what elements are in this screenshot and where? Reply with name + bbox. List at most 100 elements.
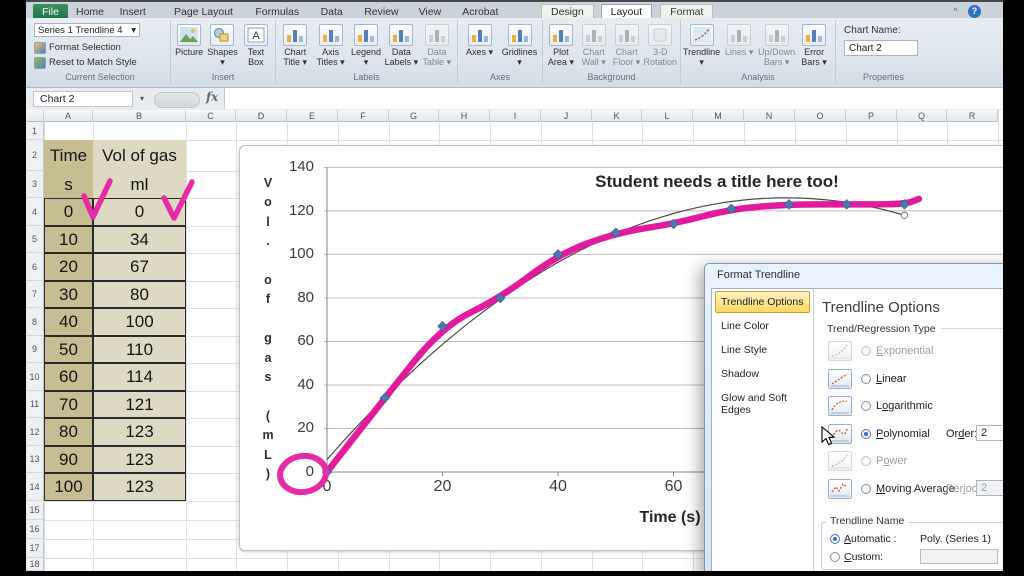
column-header-O[interactable]: O <box>795 110 846 122</box>
cell-B13[interactable]: 123 <box>93 446 186 473</box>
cell-B10[interactable]: 114 <box>93 363 186 391</box>
formula-input[interactable] <box>224 88 1003 109</box>
row-header-2[interactable]: 2 <box>26 140 44 171</box>
dialog-nav-glow-and-soft-edges[interactable]: Glow and Soft Edges <box>715 387 810 421</box>
linear-radio[interactable] <box>861 374 871 384</box>
column-header-H[interactable]: H <box>439 110 490 122</box>
cell-A6[interactable]: 20 <box>44 253 93 281</box>
chart-element-dropdown[interactable]: Series 1 Trendline 4 ▾ <box>34 23 140 37</box>
x-axis-title[interactable]: Time (s) <box>630 509 710 527</box>
cell-B12[interactable]: 123 <box>93 418 186 446</box>
ribbon-button-trendline[interactable]: Trendline ▾ <box>683 22 720 71</box>
row-header-7[interactable]: 7 <box>26 281 44 308</box>
cell-A10[interactable]: 60 <box>44 363 93 391</box>
reset-to-match-style-button[interactable]: Reset to Match Style <box>34 56 137 69</box>
row-header-12[interactable]: 12 <box>26 418 44 446</box>
custom-name-radio[interactable] <box>830 552 840 562</box>
logarithmic-radio[interactable] <box>861 401 871 411</box>
format-trendline-dialog[interactable]: Format Trendline Trendline OptionsLine C… <box>704 263 1024 576</box>
column-header-P[interactable]: P <box>846 110 897 122</box>
cell-B6[interactable]: 67 <box>93 253 186 281</box>
row-header-14[interactable]: 14 <box>26 473 44 501</box>
ribbon-button-text-box[interactable]: AText Box <box>240 22 272 71</box>
column-header-E[interactable]: E <box>287 110 338 122</box>
chart-title[interactable]: Student needs a title here too! <box>567 172 867 192</box>
column-header-N[interactable]: N <box>744 110 795 122</box>
column-header-A[interactable]: A <box>44 110 93 122</box>
help-icon[interactable]: ? <box>968 5 981 18</box>
cell-A3[interactable]: s <box>44 171 93 198</box>
ribbon-button-axes[interactable]: Axes ▾ <box>460 22 499 71</box>
ribbon-button-axis-titles[interactable]: Axis Titles ▾ <box>313 22 347 71</box>
column-header-I[interactable]: I <box>490 110 541 122</box>
column-header-Q[interactable]: Q <box>897 110 947 122</box>
cell-B3[interactable]: ml <box>93 171 186 198</box>
moving-average-radio[interactable] <box>861 484 871 494</box>
row-header-4[interactable]: 4 <box>26 198 44 226</box>
cell-B14[interactable]: 123 <box>93 473 186 501</box>
row-header-10[interactable]: 10 <box>26 363 44 391</box>
ribbon-button-legend[interactable]: Legend ▾ <box>349 22 383 71</box>
cell-B7[interactable]: 80 <box>93 281 186 308</box>
cell-B8[interactable]: 100 <box>93 308 186 336</box>
ribbon-button-error-bars[interactable]: Error Bars ▾ <box>796 22 832 71</box>
cell-B11[interactable]: 121 <box>93 391 186 418</box>
select-all-corner[interactable] <box>26 110 44 122</box>
cell-B4[interactable]: 0 <box>93 198 186 226</box>
automatic-name-radio[interactable] <box>830 534 840 544</box>
row-header-3[interactable]: 3 <box>26 171 44 198</box>
row-header-17[interactable]: 17 <box>26 539 44 558</box>
cell-B2[interactable]: Vol of gas <box>93 140 186 171</box>
row-header-15[interactable]: 15 <box>26 501 44 520</box>
dialog-nav-line-color[interactable]: Line Color <box>715 315 810 337</box>
column-header-G[interactable]: G <box>389 110 439 122</box>
ribbon-button-picture[interactable]: Picture <box>173 22 205 71</box>
row-header-18[interactable]: 18 <box>26 558 44 571</box>
polynomial-radio[interactable] <box>861 429 871 439</box>
column-header-J[interactable]: J <box>541 110 592 122</box>
cell-A4[interactable]: 0 <box>44 198 93 226</box>
cell-A8[interactable]: 40 <box>44 308 93 336</box>
ribbon-button-plot-area[interactable]: Plot Area ▾ <box>545 22 577 71</box>
dialog-nav-line-style[interactable]: Line Style <box>715 339 810 361</box>
row-header-1[interactable]: 1 <box>26 122 44 140</box>
column-header-M[interactable]: M <box>693 110 744 122</box>
fx-icon[interactable]: fx <box>206 90 218 104</box>
row-header-13[interactable]: 13 <box>26 446 44 473</box>
cell-A5[interactable]: 10 <box>44 226 93 253</box>
dialog-nav-trendline-options[interactable]: Trendline Options <box>715 291 810 313</box>
row-header-5[interactable]: 5 <box>26 226 44 253</box>
cell-A9[interactable]: 50 <box>44 336 93 363</box>
format-selection-button[interactable]: Format Selection <box>34 41 121 54</box>
cell-A13[interactable]: 90 <box>44 446 93 473</box>
cell-A14[interactable]: 100 <box>44 473 93 501</box>
column-header-D[interactable]: D <box>236 110 287 122</box>
cell-B9[interactable]: 110 <box>93 336 186 363</box>
row-header-9[interactable]: 9 <box>26 336 44 363</box>
name-box[interactable]: Chart 2 <box>33 91 133 107</box>
column-header-B[interactable]: B <box>93 110 186 122</box>
cell-B5[interactable]: 34 <box>93 226 186 253</box>
row-header-16[interactable]: 16 <box>26 520 44 539</box>
cell-A7[interactable]: 30 <box>44 281 93 308</box>
ribbon-button-chart-title[interactable]: Chart Title ▾ <box>278 22 312 71</box>
column-header-K[interactable]: K <box>592 110 642 122</box>
ribbon-button-gridlines[interactable]: Gridlines ▾ <box>500 22 539 71</box>
column-header-F[interactable]: F <box>338 110 389 122</box>
collapse-ribbon-icon[interactable]: ^ <box>949 5 962 18</box>
ribbon-button-data-labels[interactable]: Data Labels ▾ <box>384 22 418 71</box>
cell-A12[interactable]: 80 <box>44 418 93 446</box>
custom-name-input[interactable] <box>920 549 998 564</box>
row-header-11[interactable]: 11 <box>26 391 44 418</box>
ribbon-button-shapes[interactable]: Shapes ▾ <box>206 22 238 71</box>
row-header-8[interactable]: 8 <box>26 308 44 336</box>
name-box-dropdown-icon[interactable]: ▾ <box>136 91 148 107</box>
chart-name-input[interactable]: Chart 2 <box>844 40 918 56</box>
data-point[interactable] <box>842 200 852 210</box>
column-header-L[interactable]: L <box>642 110 693 122</box>
column-header-R[interactable]: R <box>947 110 998 122</box>
cell-A11[interactable]: 70 <box>44 391 93 418</box>
row-header-6[interactable]: 6 <box>26 253 44 281</box>
dialog-nav-shadow[interactable]: Shadow <box>715 363 810 385</box>
cell-A2[interactable]: Time <box>44 140 93 171</box>
